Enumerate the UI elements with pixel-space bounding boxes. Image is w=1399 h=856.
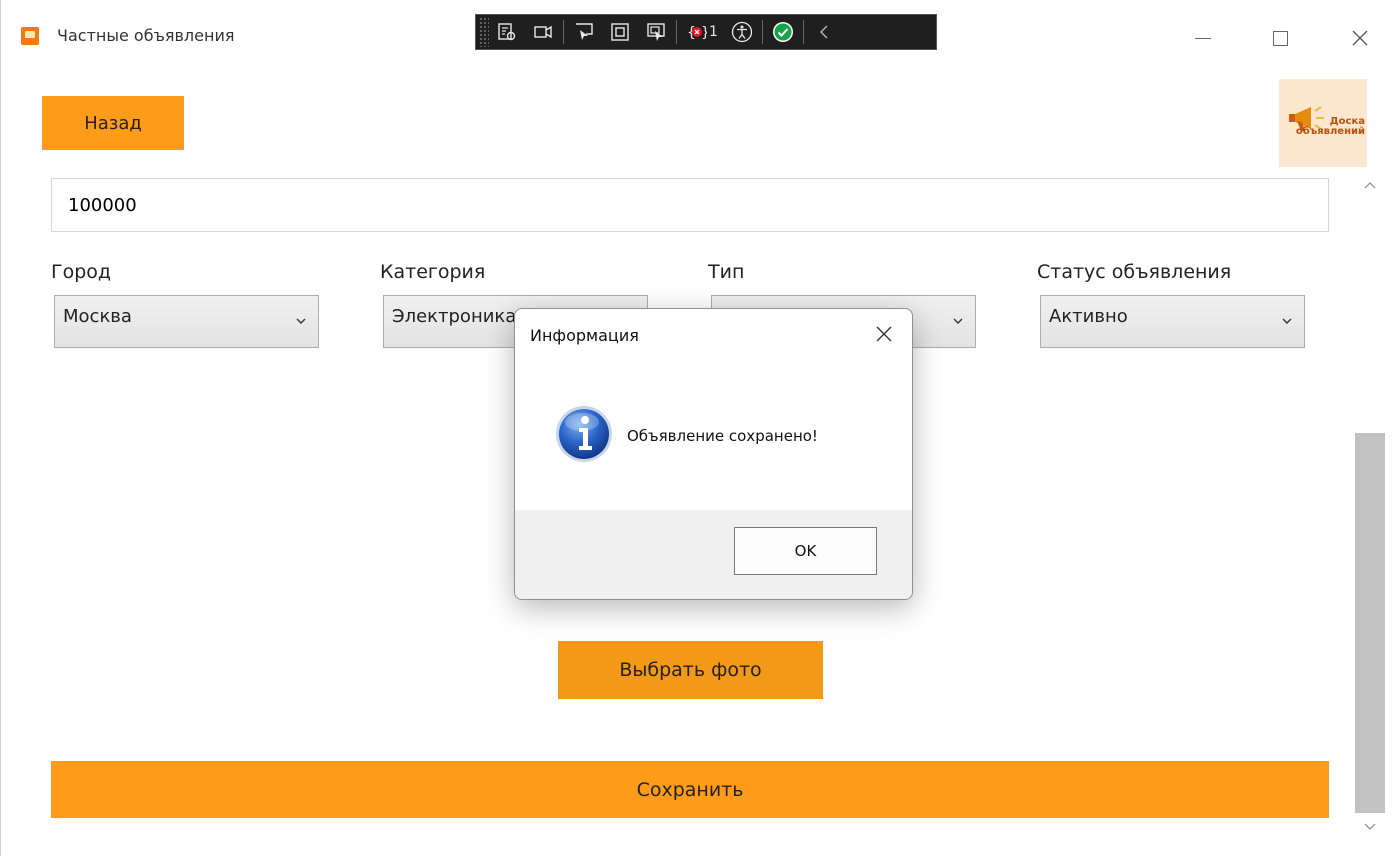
- status-label: Статус объявления: [1037, 261, 1232, 283]
- status-select[interactable]: Активно: [1040, 295, 1305, 348]
- live-visual-tree-icon[interactable]: [496, 21, 518, 43]
- board-logo: Доска объявлений: [1279, 79, 1367, 167]
- city-select[interactable]: Москва: [54, 295, 319, 348]
- info-dialog: Информация Объявление сохранено! OK: [514, 308, 913, 600]
- chevron-down-icon: [296, 314, 306, 328]
- toolbar-grip[interactable]: [479, 17, 489, 47]
- toolbar-separator: [761, 20, 763, 44]
- select-element-icon[interactable]: [573, 21, 595, 43]
- save-button[interactable]: Сохранить: [51, 761, 1329, 818]
- scroll-up-icon[interactable]: [1363, 178, 1377, 194]
- window-title: Частные объявления: [57, 26, 235, 45]
- hot-reload-ok-icon[interactable]: [772, 21, 794, 43]
- maximize-button[interactable]: [1257, 18, 1303, 58]
- dialog-body: Объявление сохранено!: [515, 357, 912, 510]
- close-icon: [1352, 30, 1368, 46]
- track-focused-element-icon[interactable]: [645, 21, 667, 43]
- accessibility-icon[interactable]: [731, 21, 753, 43]
- city-select-value: Москва: [63, 306, 132, 327]
- close-icon: [876, 326, 892, 342]
- svg-text:}: }: [701, 25, 707, 41]
- type-label: Тип: [708, 261, 745, 283]
- chevron-down-icon: [1282, 314, 1292, 328]
- logo-text: Доска объявлений: [1291, 117, 1365, 137]
- scroll-down-icon[interactable]: [1363, 820, 1377, 836]
- vertical-scrollbar[interactable]: [1355, 168, 1385, 848]
- toolbar-separator: [802, 20, 804, 44]
- dialog-footer: OK: [515, 510, 912, 599]
- close-window-button[interactable]: [1337, 18, 1383, 58]
- scroll-thumb[interactable]: [1355, 433, 1385, 813]
- collapse-toolbar-icon[interactable]: [813, 21, 835, 43]
- app-icon: [21, 27, 39, 45]
- record-icon[interactable]: [532, 21, 554, 43]
- category-select-value: Электроника: [392, 306, 517, 327]
- price-input[interactable]: 100000: [51, 178, 1329, 232]
- binding-failures-count: 1: [709, 24, 718, 40]
- toolbar-separator: [563, 20, 564, 44]
- display-layout-adorners-icon[interactable]: [609, 21, 631, 43]
- dialog-close-button[interactable]: [867, 319, 901, 349]
- minimize-icon: [1195, 37, 1211, 39]
- dialog-title: Информация: [530, 326, 639, 345]
- minimize-button[interactable]: [1180, 18, 1226, 58]
- ok-button[interactable]: OK: [734, 527, 877, 575]
- maximize-icon: [1272, 30, 1288, 46]
- back-button[interactable]: Назад: [42, 96, 184, 150]
- city-label: Город: [51, 261, 112, 283]
- category-label: Категория: [380, 261, 486, 283]
- toolbar-separator: [676, 20, 677, 44]
- binding-failures-icon[interactable]: {}: [686, 21, 708, 43]
- status-select-value: Активно: [1049, 306, 1128, 327]
- dialog-message: Объявление сохранено!: [627, 427, 818, 445]
- chevron-down-icon: [953, 314, 963, 328]
- debug-toolbar: {} 1: [475, 14, 937, 50]
- info-icon: [556, 406, 612, 462]
- logo-text-line2: объявлений: [1295, 126, 1365, 137]
- select-photo-button[interactable]: Выбрать фото: [558, 641, 823, 699]
